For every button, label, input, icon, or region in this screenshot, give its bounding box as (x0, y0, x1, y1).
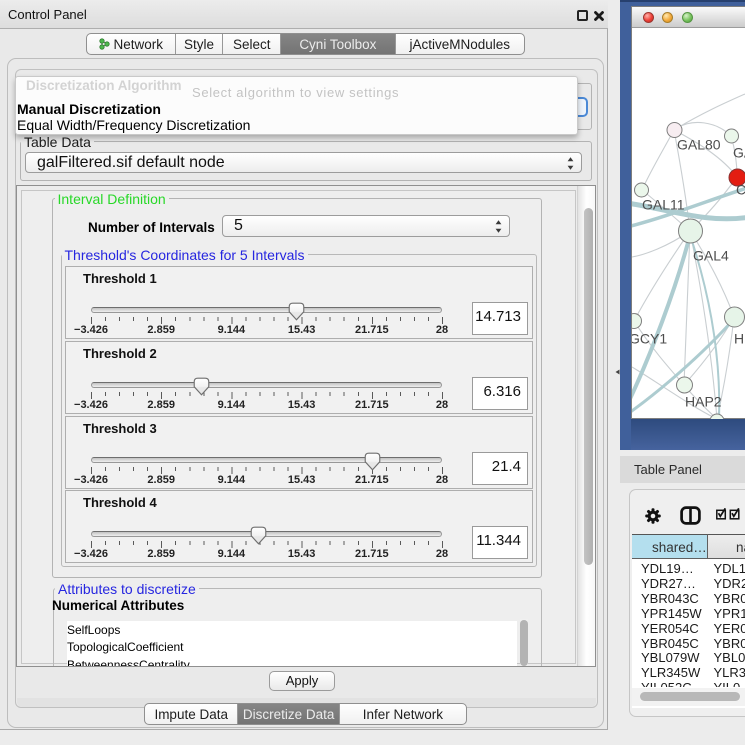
svg-text:GAL4: GAL4 (693, 248, 729, 264)
svg-text:GA: GA (733, 145, 745, 161)
svg-text:GAL11: GAL11 (642, 197, 685, 213)
svg-text:H: H (734, 331, 744, 347)
svg-text:HAP2: HAP2 (685, 394, 722, 410)
svg-text:C: C (736, 182, 745, 198)
svg-text:GAL80: GAL80 (677, 137, 721, 153)
svg-text:GCY1: GCY1 (632, 331, 667, 347)
